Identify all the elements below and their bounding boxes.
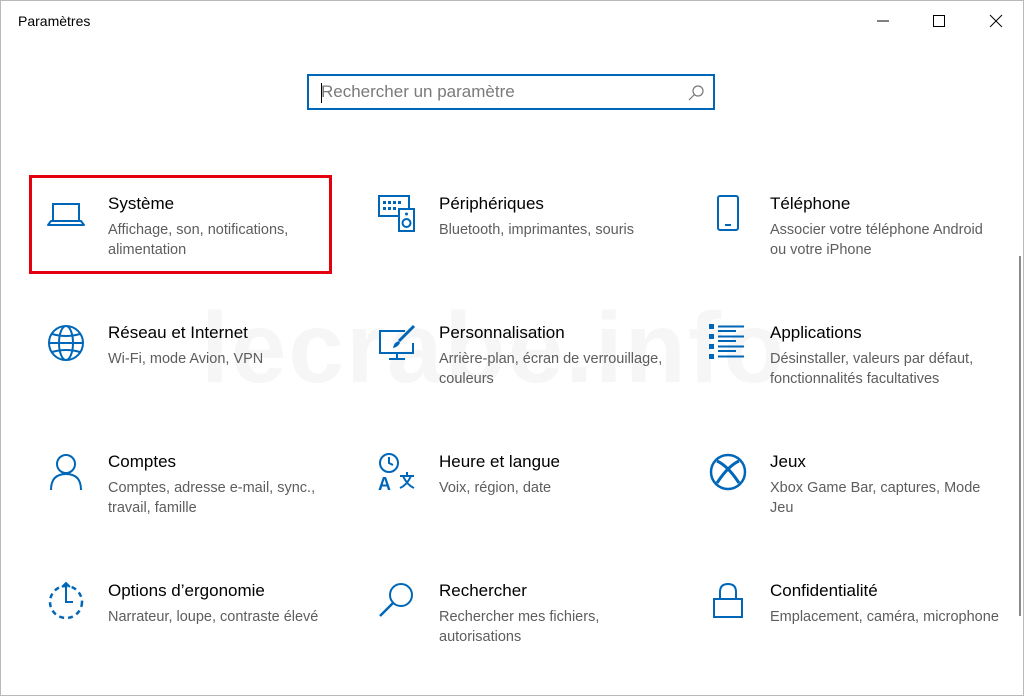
lock-icon (708, 581, 748, 621)
globe-icon (46, 323, 86, 363)
time-language-icon: A (377, 452, 417, 494)
title-bar[interactable]: Paramètres (1, 1, 1023, 41)
tile-description: Voix, région, date (439, 480, 552, 496)
search-icon[interactable] (687, 84, 705, 102)
tile-telephone[interactable]: Téléphone Associer votre téléphone Andro… (708, 194, 1008, 294)
settings-window: Paramètres lecrabe.info Système Affichag… (0, 0, 1024, 696)
search-box[interactable] (307, 74, 715, 110)
tile-peripheriques[interactable]: Périphériques Bluetooth, imprimantes, so… (377, 194, 677, 294)
close-icon (989, 14, 1003, 28)
tile-systeme[interactable]: Système Affichage, son, notifications, a… (46, 194, 346, 294)
tile-name: Options d’ergonomie (108, 581, 265, 600)
tile-name: Périphériques (439, 194, 544, 213)
tile-description: Wi-Fi, mode Avion, VPN (108, 351, 264, 367)
person-icon (46, 452, 86, 492)
laptop-icon (46, 194, 86, 234)
minimize-icon (877, 20, 889, 22)
svg-text:A: A (378, 474, 391, 492)
tile-description: Xbox Game Bar, captures, Mode Jeu (770, 480, 981, 516)
paint-brush-icon (377, 323, 417, 363)
phone-icon (708, 194, 748, 234)
xbox-icon (708, 452, 748, 492)
scrollbar[interactable] (1019, 256, 1021, 616)
tile-description: Emplacement, caméra, microphone (770, 609, 999, 625)
maximize-button[interactable] (914, 1, 964, 41)
tile-personnalisation[interactable]: Personnalisation Arrière-plan, écran de … (377, 323, 677, 423)
tile-description: Narrateur, loupe, contraste élevé (108, 609, 319, 625)
devices-icon (377, 194, 417, 234)
tile-name: Confidentialité (770, 581, 878, 600)
text-caret (321, 83, 322, 103)
tile-confidentialite[interactable]: Confidentialité Emplacement, caméra, mic… (708, 581, 1008, 681)
tile-description: Associer votre téléphone Android ou votr… (770, 222, 983, 258)
tile-comptes[interactable]: Comptes Comptes, adresse e-mail, sync., … (46, 452, 346, 552)
tile-name: Comptes (108, 452, 177, 471)
tile-description: Arrière-plan, écran de verrouillage, cou… (439, 351, 663, 387)
tile-description: Comptes, adresse e-mail, sync., travail,… (108, 480, 316, 516)
tile-description: Désinstaller, valeurs par défaut, foncti… (770, 351, 974, 387)
tile-heure-langue[interactable]: A Heure et langue Voix, région, date (377, 452, 677, 552)
apps-list-icon (708, 323, 748, 363)
tile-name: Rechercher (439, 581, 527, 600)
tile-description: Affichage, son, notifications, alimentat… (108, 222, 289, 258)
maximize-icon (933, 15, 945, 27)
tile-name: Réseau et Internet (108, 323, 248, 342)
tile-reseau-internet[interactable]: Réseau et Internet Wi-Fi, mode Avion, VP… (46, 323, 346, 423)
tile-jeux[interactable]: Jeux Xbox Game Bar, captures, Mode Jeu (708, 452, 1008, 552)
tile-name: Personnalisation (439, 323, 565, 342)
tile-name: Système (108, 194, 175, 213)
tile-name: Heure et langue (439, 452, 560, 471)
tile-description: Rechercher mes fichiers, autorisations (439, 609, 600, 645)
ease-of-access-icon (46, 581, 86, 621)
tile-options-ergonomie[interactable]: Options d’ergonomie Narrateur, loupe, co… (46, 581, 346, 681)
window-title: Paramètres (18, 13, 91, 29)
tile-name: Jeux (770, 452, 806, 471)
magnifier-icon (377, 581, 417, 621)
tile-applications[interactable]: Applications Désinstaller, valeurs par d… (708, 323, 1008, 423)
search-input[interactable] (321, 80, 681, 104)
close-button[interactable] (971, 1, 1021, 41)
tile-description: Bluetooth, imprimantes, souris (439, 222, 635, 238)
tile-name: Téléphone (770, 194, 851, 213)
tile-rechercher[interactable]: Rechercher Rechercher mes fichiers, auto… (377, 581, 677, 681)
minimize-button[interactable] (858, 1, 908, 41)
tile-name: Applications (770, 323, 862, 342)
